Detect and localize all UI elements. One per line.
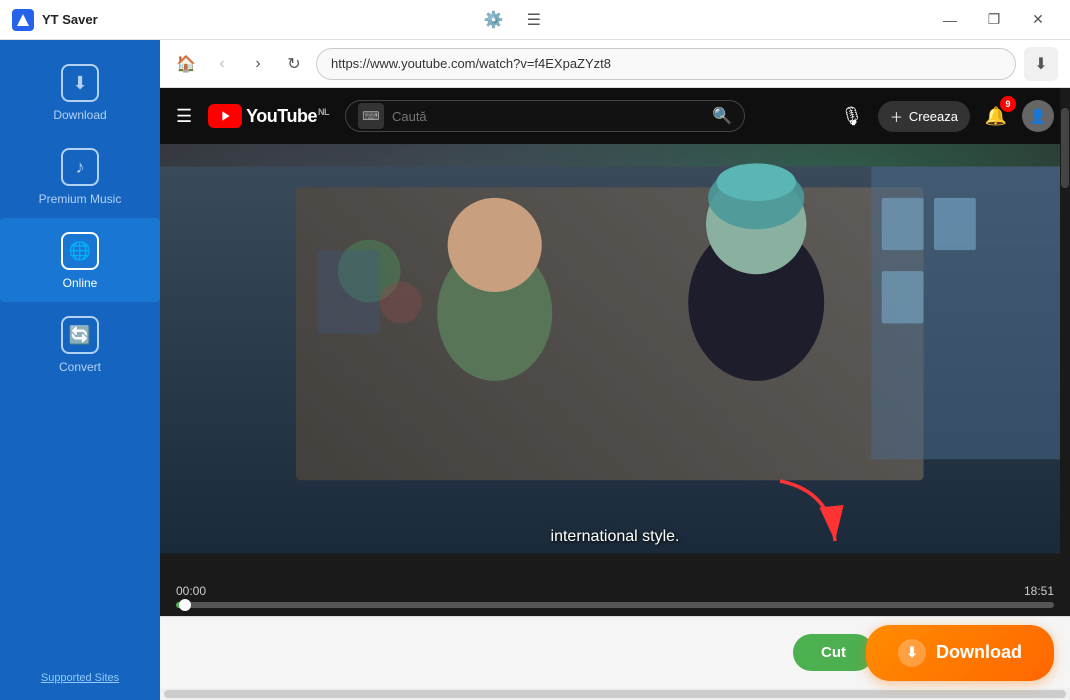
yt-logo-text: YouTubeNL xyxy=(246,106,329,127)
time-row: 00:00 18:51 xyxy=(176,584,1054,598)
download-button[interactable]: ⬇ Download xyxy=(866,625,1054,681)
main-layout: ⬇ Download ♪ Premium Music 🌐 Online 🔄 Co… xyxy=(0,40,1070,700)
yt-create-button[interactable]: ＋ Creeaza xyxy=(878,101,970,132)
download-button-label: Download xyxy=(936,642,1022,663)
convert-icon: 🔄 xyxy=(61,316,99,354)
video-scene: international style. xyxy=(160,144,1070,576)
title-bar: YT Saver ⚙️ ☰ — ❐ ✕ xyxy=(0,0,1070,40)
sidebar: ⬇ Download ♪ Premium Music 🌐 Online 🔄 Co… xyxy=(0,40,160,700)
download-icon: ⬇ xyxy=(61,64,99,102)
yt-create-label: Creeaza xyxy=(909,109,958,124)
time-total: 18:51 xyxy=(1024,584,1054,598)
youtube-header: ☰ YouTubeNL ⌨ 🔍 🎙 ＋ xyxy=(160,88,1070,144)
app-logo xyxy=(12,9,34,31)
content-area: 🏠 ‹ › ↻ ⬇ ☰ YouTubeNL ⌨ xyxy=(160,40,1070,700)
sidebar-label-online: Online xyxy=(63,276,98,290)
maximize-button[interactable]: ❐ xyxy=(974,5,1014,35)
yt-avatar[interactable]: 👤 xyxy=(1022,100,1054,132)
settings-icon[interactable]: ⚙️ xyxy=(480,6,508,34)
home-button[interactable]: 🏠 xyxy=(172,50,200,78)
yt-search-submit[interactable]: 🔍 xyxy=(712,106,732,126)
yt-search-input[interactable] xyxy=(392,109,704,124)
url-input[interactable] xyxy=(316,48,1016,80)
yt-notification-badge: 9 xyxy=(1000,96,1016,112)
horiz-scroll-thumb[interactable] xyxy=(164,690,1066,698)
online-icon: 🌐 xyxy=(61,232,99,270)
subtitle: international style. xyxy=(551,528,680,546)
close-button[interactable]: ✕ xyxy=(1018,5,1058,35)
sidebar-item-download[interactable]: ⬇ Download xyxy=(0,50,160,134)
scrollbar[interactable] xyxy=(1060,88,1070,616)
yt-logo-icon xyxy=(208,104,242,128)
sidebar-item-online[interactable]: 🌐 Online xyxy=(0,218,160,302)
yt-menu-icon[interactable]: ☰ xyxy=(176,106,192,127)
download-circle-icon: ⬇ xyxy=(898,639,926,667)
progress-handle[interactable] xyxy=(179,599,191,611)
yt-mic-icon[interactable]: 🎙 xyxy=(836,100,868,132)
refresh-button[interactable]: ↻ xyxy=(280,50,308,78)
yt-plus-icon: ＋ xyxy=(890,107,903,126)
menu-icon[interactable]: ☰ xyxy=(520,6,548,34)
sidebar-item-convert[interactable]: 🔄 Convert xyxy=(0,302,160,386)
app-title: YT Saver xyxy=(42,12,98,27)
download-icon-bar[interactable]: ⬇ xyxy=(1024,47,1058,81)
yt-keyboard-icon[interactable]: ⌨ xyxy=(358,103,384,129)
time-current: 00:00 xyxy=(176,584,206,598)
video-frame-art xyxy=(160,144,1070,576)
title-bar-icons: ⚙️ ☰ xyxy=(480,6,548,34)
yt-logo[interactable]: YouTubeNL xyxy=(208,104,329,128)
minimize-button[interactable]: — xyxy=(930,5,970,35)
yt-notification-icon[interactable]: 🔔 9 xyxy=(980,100,1012,132)
yt-right-icons: 🎙 ＋ Creeaza 🔔 9 👤 xyxy=(836,100,1054,132)
window-controls: — ❐ ✕ xyxy=(930,5,1058,35)
sidebar-item-premium-music[interactable]: ♪ Premium Music xyxy=(0,134,160,218)
player-controls: 00:00 18:51 xyxy=(160,576,1070,616)
forward-button[interactable]: › xyxy=(244,50,272,78)
scrollbar-thumb[interactable] xyxy=(1061,108,1069,188)
bottom-row: Cut ⬇ Download xyxy=(160,616,1070,688)
sidebar-label-premium-music: Premium Music xyxy=(39,192,122,206)
video-player[interactable]: international style. xyxy=(160,144,1070,576)
cut-button[interactable]: Cut xyxy=(793,634,874,671)
yt-search-bar: ⌨ 🔍 xyxy=(345,100,745,132)
supported-sites-link[interactable]: Supported Sites xyxy=(41,672,119,700)
horizontal-scrollbar[interactable] xyxy=(160,688,1070,700)
address-bar: 🏠 ‹ › ↻ ⬇ xyxy=(160,40,1070,88)
progress-bar[interactable] xyxy=(176,602,1054,608)
browser-content: ☰ YouTubeNL ⌨ 🔍 🎙 ＋ xyxy=(160,88,1070,616)
sidebar-label-convert: Convert xyxy=(59,360,101,374)
sidebar-label-download: Download xyxy=(53,108,106,122)
back-button[interactable]: ‹ xyxy=(208,50,236,78)
music-icon: ♪ xyxy=(61,148,99,186)
